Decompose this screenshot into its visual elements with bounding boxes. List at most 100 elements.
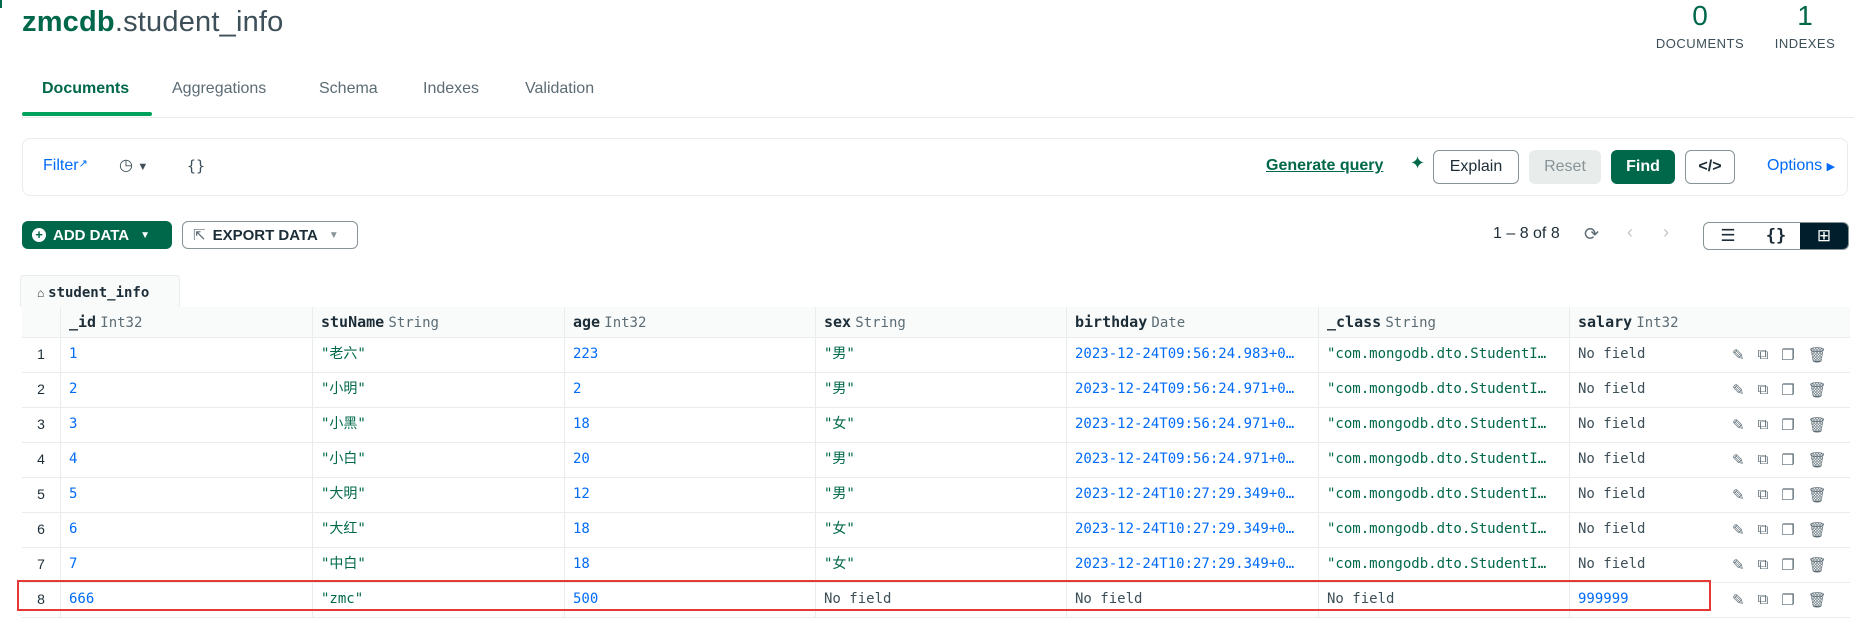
copy-icon[interactable]: ⧉ xyxy=(1758,486,1769,503)
cell-id[interactable]: 2 xyxy=(60,372,312,407)
clone-icon[interactable]: ❐ xyxy=(1781,381,1794,399)
tab-documents[interactable]: Documents xyxy=(42,80,129,98)
column-header-age[interactable]: age Int32 xyxy=(564,307,815,337)
cell-age[interactable]: 2 xyxy=(564,372,815,407)
collection-breadcrumb-tab[interactable]: ⌂ student_info xyxy=(20,275,180,307)
cell-id[interactable]: 3 xyxy=(60,407,312,442)
refresh-icon[interactable]: ⟳ xyxy=(1584,224,1599,245)
cell-stuname[interactable]: "小明" xyxy=(312,372,564,407)
code-view-button[interactable]: </> xyxy=(1685,150,1735,184)
explain-button[interactable]: Explain xyxy=(1433,150,1519,184)
table-row[interactable]: 7 7 "中白" 18 "女" 2023-12-24T10:27:29.349+… xyxy=(22,547,1850,583)
options-toggle[interactable]: Options ▶ xyxy=(1767,157,1835,175)
filter-input[interactable]: {} xyxy=(187,157,205,175)
table-row[interactable]: 6 6 "大红" 18 "女" 2023-12-24T10:27:29.349+… xyxy=(22,512,1850,548)
cell-salary[interactable]: No field xyxy=(1569,407,1719,442)
cell-stuname[interactable]: "老六" xyxy=(312,337,564,372)
clone-icon[interactable]: ❐ xyxy=(1781,556,1794,574)
export-data-button[interactable]: ⇱ EXPORT DATA ▼ xyxy=(182,221,358,249)
edit-icon[interactable]: ✎ xyxy=(1732,451,1745,469)
edit-icon[interactable]: ✎ xyxy=(1732,591,1745,609)
table-row[interactable]: 1 1 "老六" 223 "男" 2023-12-24T09:56:24.983… xyxy=(22,337,1850,373)
tab-validation[interactable]: Validation xyxy=(525,80,594,98)
cell-id[interactable]: 1 xyxy=(60,337,312,372)
chevron-left-icon[interactable]: ‹ xyxy=(1627,222,1633,243)
reset-button[interactable]: Reset xyxy=(1529,150,1601,184)
cell-id[interactable]: 5 xyxy=(60,477,312,512)
copy-icon[interactable]: ⧉ xyxy=(1758,451,1769,468)
copy-icon[interactable]: ⧉ xyxy=(1758,346,1769,363)
cell-stuname[interactable]: "中白" xyxy=(312,547,564,582)
add-data-button[interactable]: + ADD DATA ▼ xyxy=(22,221,172,249)
trash-icon[interactable]: 🗑 xyxy=(1808,381,1827,399)
column-header-stuname[interactable]: stuName String xyxy=(312,307,564,337)
edit-icon[interactable]: ✎ xyxy=(1732,416,1745,434)
copy-icon[interactable]: ⧉ xyxy=(1758,556,1769,573)
clone-icon[interactable]: ❐ xyxy=(1781,346,1794,364)
trash-icon[interactable]: 🗑 xyxy=(1808,451,1827,469)
cell-class[interactable]: "com.mongodb.dto.StudentI… xyxy=(1318,407,1569,442)
copy-icon[interactable]: ⧉ xyxy=(1758,381,1769,398)
column-header-id[interactable]: _id Int32 xyxy=(60,307,312,337)
column-header-salary[interactable]: salary Int32 xyxy=(1569,307,1850,337)
cell-sex[interactable]: "女" xyxy=(815,512,1066,547)
cell-age[interactable]: 18 xyxy=(564,512,815,547)
cell-salary[interactable]: No field xyxy=(1569,547,1719,582)
table-row[interactable]: 5 5 "大明" 12 "男" 2023-12-24T10:27:29.349+… xyxy=(22,477,1850,513)
edit-icon[interactable]: ✎ xyxy=(1732,381,1745,399)
query-history-button[interactable]: ◷ ▼ xyxy=(119,155,148,175)
cell-stuname[interactable]: "大红" xyxy=(312,512,564,547)
cell-class[interactable]: "com.mongodb.dto.StudentI… xyxy=(1318,547,1569,582)
cell-class[interactable]: "com.mongodb.dto.StudentI… xyxy=(1318,372,1569,407)
cell-salary[interactable]: No field xyxy=(1569,337,1719,372)
cell-id[interactable]: 6 xyxy=(60,512,312,547)
cell-sex[interactable]: "男" xyxy=(815,442,1066,477)
chevron-right-icon[interactable]: › xyxy=(1663,222,1669,243)
copy-icon[interactable]: ⧉ xyxy=(1758,591,1769,608)
cell-sex[interactable]: "男" xyxy=(815,477,1066,512)
edit-icon[interactable]: ✎ xyxy=(1732,556,1745,574)
cell-birthday[interactable]: 2023-12-24T09:56:24.971+0… xyxy=(1066,407,1318,442)
clone-icon[interactable]: ❐ xyxy=(1781,416,1794,434)
copy-icon[interactable]: ⧉ xyxy=(1758,521,1769,538)
cell-sex[interactable]: "男" xyxy=(815,372,1066,407)
column-header-sex[interactable]: sex String xyxy=(815,307,1066,337)
cell-salary[interactable]: No field xyxy=(1569,372,1719,407)
cell-class[interactable]: "com.mongodb.dto.StudentI… xyxy=(1318,337,1569,372)
copy-icon[interactable]: ⧉ xyxy=(1758,416,1769,433)
clone-icon[interactable]: ❐ xyxy=(1781,486,1794,504)
cell-birthday[interactable]: 2023-12-24T10:27:29.349+0… xyxy=(1066,477,1318,512)
tab-aggregations[interactable]: Aggregations xyxy=(172,80,266,98)
cell-age[interactable]: 12 xyxy=(564,477,815,512)
table-row[interactable]: 4 4 "小白" 20 "男" 2023-12-24T09:56:24.971+… xyxy=(22,442,1850,478)
trash-icon[interactable]: 🗑 xyxy=(1808,416,1827,434)
list-view-icon[interactable]: ☰ xyxy=(1704,223,1752,249)
cell-salary[interactable]: No field xyxy=(1569,477,1719,512)
cell-sex[interactable]: "女" xyxy=(815,407,1066,442)
trash-icon[interactable]: 🗑 xyxy=(1808,486,1827,504)
clone-icon[interactable]: ❐ xyxy=(1781,591,1794,609)
table-row[interactable]: 2 2 "小明" 2 "男" 2023-12-24T09:56:24.971+0… xyxy=(22,372,1850,408)
table-row[interactable]: 3 3 "小黑" 18 "女" 2023-12-24T09:56:24.971+… xyxy=(22,407,1850,443)
column-header-birthday[interactable]: birthday Date xyxy=(1066,307,1318,337)
generate-query-link[interactable]: Generate query xyxy=(1266,157,1383,175)
cell-sex[interactable]: "女" xyxy=(815,547,1066,582)
trash-icon[interactable]: 🗑 xyxy=(1808,521,1827,539)
cell-age[interactable]: 223 xyxy=(564,337,815,372)
json-view-icon[interactable]: {} xyxy=(1752,223,1800,249)
cell-class[interactable]: "com.mongodb.dto.StudentI… xyxy=(1318,442,1569,477)
cell-id[interactable]: 7 xyxy=(60,547,312,582)
cell-class[interactable]: "com.mongodb.dto.StudentI… xyxy=(1318,512,1569,547)
table-view-icon[interactable]: ⊞ xyxy=(1800,223,1848,249)
trash-icon[interactable]: 🗑 xyxy=(1808,591,1827,609)
cell-id[interactable]: 4 xyxy=(60,442,312,477)
cell-birthday[interactable]: 2023-12-24T09:56:24.971+0… xyxy=(1066,372,1318,407)
cell-age[interactable]: 18 xyxy=(564,547,815,582)
cell-age[interactable]: 20 xyxy=(564,442,815,477)
tab-schema[interactable]: Schema xyxy=(319,80,378,98)
clone-icon[interactable]: ❐ xyxy=(1781,451,1794,469)
cell-class[interactable]: "com.mongodb.dto.StudentI… xyxy=(1318,477,1569,512)
cell-sex[interactable]: "男" xyxy=(815,337,1066,372)
cell-birthday[interactable]: 2023-12-24T09:56:24.971+0… xyxy=(1066,442,1318,477)
cell-birthday[interactable]: 2023-12-24T09:56:24.983+0… xyxy=(1066,337,1318,372)
